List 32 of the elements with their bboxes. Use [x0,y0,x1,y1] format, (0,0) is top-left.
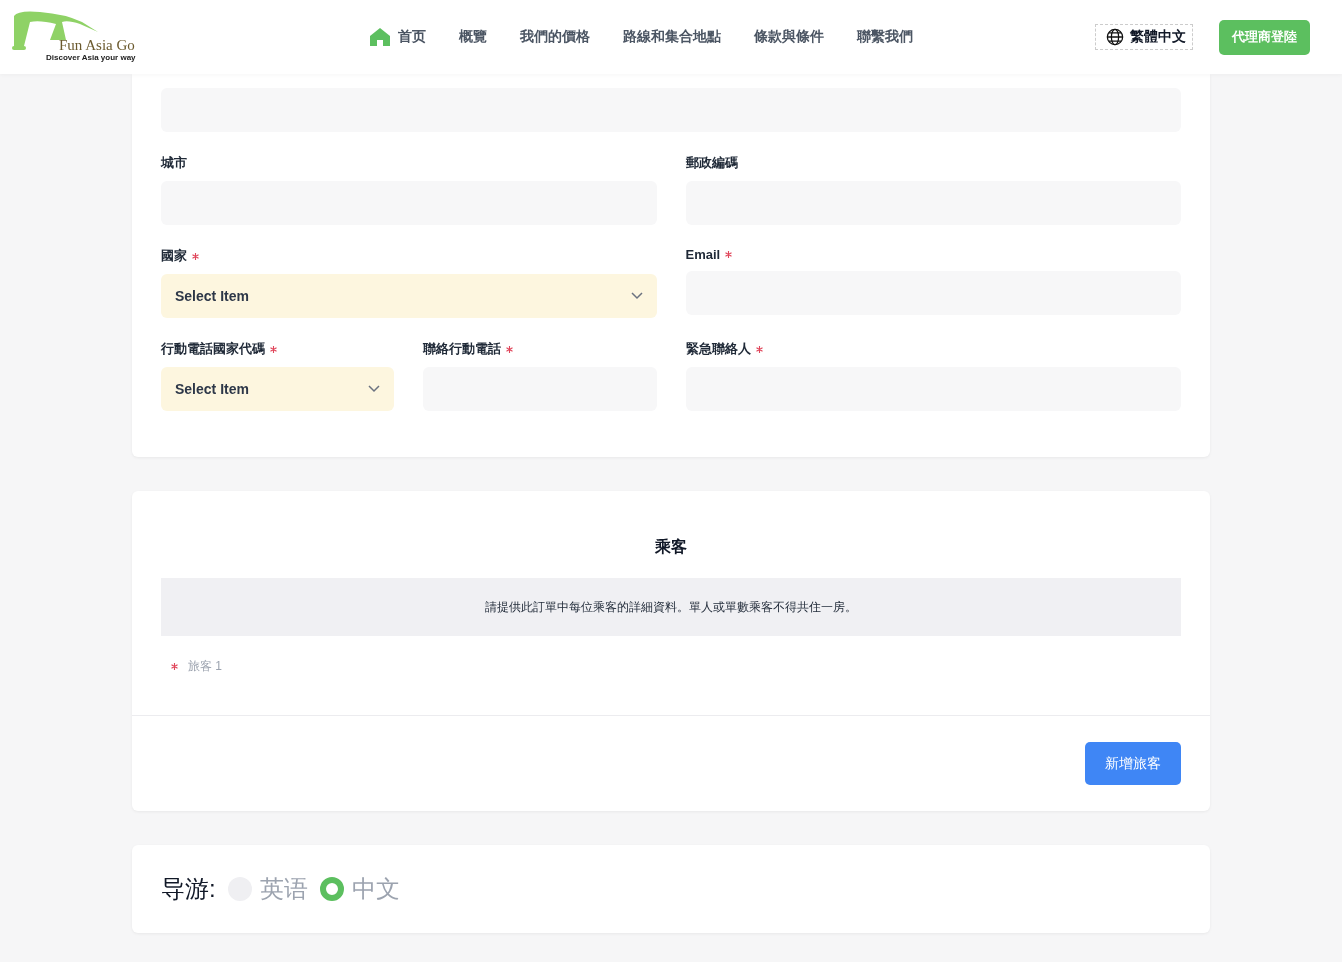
add-traveler-button[interactable]: 新增旅客 [1085,742,1181,785]
select-field[interactable]: Select Item [161,274,657,318]
required-asterisk-icon [506,345,514,353]
section-title: 乘客 [654,537,688,557]
field-label: 聯絡行動電話 [423,340,514,358]
nav-link[interactable]: 我們的價格 [520,28,590,46]
field-label: 郵政編碼 [685,154,738,172]
nav-link[interactable]: 條款與條件 [754,28,824,46]
field-label: 城市 [161,154,187,172]
nav-link[interactable]: 聯繫我們 [857,28,913,46]
required-asterisk-icon [755,345,763,353]
nav-link[interactable]: 概覽 [459,28,487,46]
language-button[interactable]: 繁體中文 [1095,24,1193,50]
guide-label: 导游: [161,874,216,904]
field-label: 國家 [161,247,199,265]
chevron-down-icon [368,385,381,393]
field-label: Email [685,247,733,262]
chevron-down-icon [630,292,643,300]
required-asterisk-icon [270,345,277,353]
required-asterisk-icon [192,252,199,260]
required-asterisk-icon [171,663,178,670]
required-asterisk-icon [725,251,733,258]
nav-link[interactable]: 路線和集合地點 [623,28,721,46]
select-field[interactable]: Select Item [161,367,395,411]
globe-icon [1106,28,1124,46]
traveler-label: 旅客 1 [171,658,222,675]
field-label: 行動電話國家代碼 [161,340,277,358]
nav-link[interactable]: 首页 [370,28,426,46]
field-label: 緊急聯絡人 [685,340,763,358]
home-icon [370,28,390,46]
logo[interactable]: Fun Asia Go Discover Asia your way [10,10,160,64]
notice-banner: 請提供此訂單中每位乘客的詳細資料。單人或單數乘客不得共住一房。 [161,578,1181,636]
